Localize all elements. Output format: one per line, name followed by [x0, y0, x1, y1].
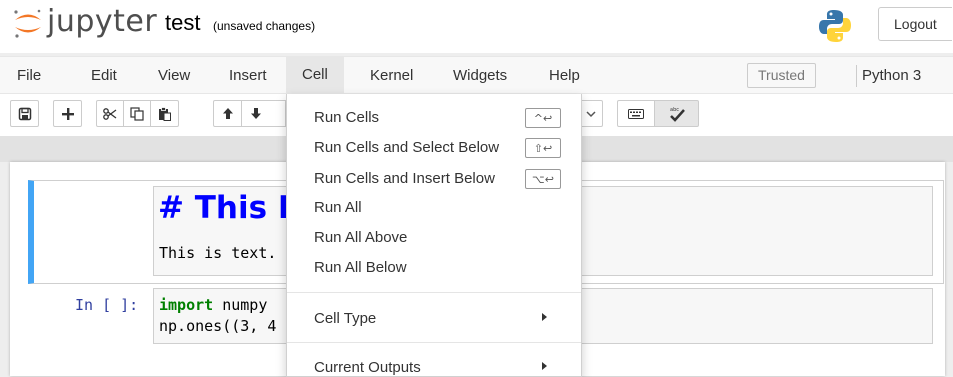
save-icon [18, 107, 32, 121]
submenu-caret-icon [542, 313, 547, 321]
scissors-icon [103, 107, 117, 120]
jupyter-logo-icon[interactable] [12, 7, 44, 44]
insert-cell-button[interactable] [53, 100, 82, 127]
paste-button[interactable] [150, 100, 179, 127]
logout-button[interactable]: Logout [878, 7, 952, 41]
menu-run-cells-insert-below[interactable]: Run Cells and Insert Below [314, 170, 495, 187]
menu-current-outputs[interactable]: Current Outputs [314, 359, 421, 376]
command-palette-button[interactable] [617, 100, 655, 127]
move-up-button[interactable] [213, 100, 242, 127]
menu-file[interactable]: File [17, 67, 41, 84]
menu-kernel[interactable]: Kernel [370, 67, 413, 84]
code-line-2: np.ones((3, 4 [159, 317, 277, 335]
code-cell-prompt: In [ ]: [75, 296, 139, 314]
save-status: (unsaved changes) [213, 19, 316, 33]
menu-help[interactable]: Help [549, 67, 580, 84]
menu-divider [287, 342, 581, 343]
menu-run-all-above[interactable]: Run All Above [314, 229, 407, 246]
paste-icon [158, 106, 171, 121]
shortcut-run-insert-below: ⌥↩ [525, 169, 561, 189]
plus-icon [61, 107, 74, 120]
move-down-button[interactable] [241, 100, 286, 127]
arrow-up-icon [222, 107, 234, 120]
arrow-down-icon [250, 107, 262, 120]
menu-view[interactable]: View [158, 67, 190, 84]
cell-dropdown-menu: Run Cells ^↩ Run Cells and Select Below … [286, 94, 582, 377]
menu-run-all-below[interactable]: Run All Below [314, 259, 407, 276]
kernel-name: Python 3 [862, 67, 922, 84]
python-logo-icon [817, 8, 853, 49]
keyboard-icon [628, 108, 644, 119]
markdown-text: This is text. [159, 244, 277, 262]
menu-run-all[interactable]: Run All [314, 199, 362, 216]
menu-run-cells-select-below[interactable]: Run Cells and Select Below [314, 139, 499, 156]
notebook-title[interactable]: test [165, 10, 200, 36]
chevron-down-icon [585, 110, 596, 118]
checkmark-icon: abc [666, 106, 688, 122]
copy-icon [130, 106, 144, 121]
menubar: File Edit View Insert Cell Kernel Widget… [0, 56, 953, 94]
menu-insert[interactable]: Insert [229, 67, 267, 84]
cell-type-select[interactable] [579, 100, 603, 127]
code-keyword: import [159, 296, 214, 314]
menu-cell[interactable]: Cell [286, 57, 344, 94]
trusted-badge[interactable]: Trusted [747, 63, 816, 88]
code-text: numpy [213, 296, 268, 314]
shortcut-run-select-below: ⇧↩ [525, 138, 561, 158]
spellcheck-toggle[interactable]: abc [654, 100, 699, 127]
app-name: jupyter [47, 4, 158, 39]
menu-divider [287, 292, 581, 293]
menu-edit[interactable]: Edit [91, 67, 117, 84]
copy-button[interactable] [123, 100, 151, 127]
save-button[interactable] [10, 100, 39, 127]
shortcut-run-cells: ^↩ [525, 108, 561, 128]
submenu-caret-icon [542, 362, 547, 370]
cut-button[interactable] [96, 100, 124, 127]
header: jupyter test (unsaved changes) Logout [0, 0, 953, 53]
menu-run-cells[interactable]: Run Cells [314, 109, 379, 126]
kernel-divider [856, 65, 857, 87]
menu-widgets[interactable]: Widgets [453, 67, 507, 84]
svg-text:abc: abc [670, 107, 679, 113]
code-line-1: import numpy [159, 296, 267, 314]
menu-cell-type[interactable]: Cell Type [314, 310, 376, 327]
